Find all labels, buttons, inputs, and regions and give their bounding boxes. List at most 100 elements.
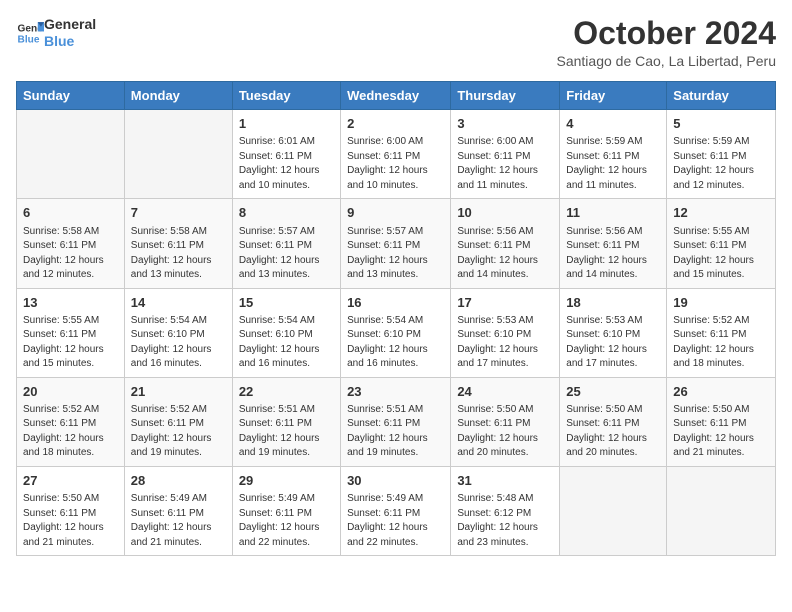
day-info: Sunrise: 5:57 AM Sunset: 6:11 PM Dayligh…: [347, 225, 444, 283]
day-number: 26: [673, 383, 769, 401]
day-info: Sunrise: 5:54 AM Sunset: 6:10 PM Dayligh…: [347, 314, 444, 372]
day-info: Sunrise: 5:55 AM Sunset: 6:11 PM Dayligh…: [673, 225, 769, 283]
day-info: Sunrise: 5:51 AM Sunset: 6:11 PM Dayligh…: [347, 403, 444, 461]
day-info: Sunrise: 5:49 AM Sunset: 6:11 PM Dayligh…: [347, 492, 444, 550]
calendar-body: 1Sunrise: 6:01 AM Sunset: 6:11 PM Daylig…: [17, 110, 776, 556]
calendar-cell: 25 Sunrise: 5:50 AM Sunset: 6:11 PM Dayli…: [560, 377, 667, 466]
day-number: 6: [23, 204, 118, 222]
calendar-cell: 16Sunrise: 5:54 AM Sunset: 6:10 PM Dayli…: [341, 288, 451, 377]
calendar-cell: 19Sunrise: 5:52 AM Sunset: 6:11 PM Dayli…: [667, 288, 776, 377]
calendar-week-row: 6 Sunrise: 5:58 AM Sunset: 6:11 PM Daylig…: [17, 199, 776, 288]
calendar-cell: 31 Sunrise: 5:48 AM Sunset: 6:12 PM Dayli…: [451, 466, 560, 555]
day-info: Sunrise: 5:54 AM Sunset: 6:10 PM Dayligh…: [131, 314, 226, 372]
day-info: Sunrise: 5:58 AM Sunset: 6:11 PM Dayligh…: [23, 225, 118, 283]
day-info: Sunrise: 5:51 AM Sunset: 6:11 PM Dayligh…: [239, 403, 334, 461]
weekday-header-thursday: Thursday: [451, 82, 560, 110]
day-number: 20: [23, 383, 118, 401]
calendar-cell: 21 Sunrise: 5:52 AM Sunset: 6:11 PM Dayli…: [124, 377, 232, 466]
weekday-header-sunday: Sunday: [17, 82, 125, 110]
calendar-cell: 17 Sunrise: 5:53 AM Sunset: 6:10 PM Dayli…: [451, 288, 560, 377]
calendar-header: SundayMondayTuesdayWednesdayThursdayFrid…: [17, 82, 776, 110]
day-number: 31: [457, 472, 553, 490]
day-number: 29: [239, 472, 334, 490]
day-number: 27: [23, 472, 118, 490]
day-info: Sunrise: 5:48 AM Sunset: 6:12 PM Dayligh…: [457, 492, 553, 550]
calendar-cell: 5Sunrise: 5:59 AM Sunset: 6:11 PM Daylig…: [667, 110, 776, 199]
logo: General Blue General Blue: [16, 16, 96, 50]
day-number: 4: [566, 115, 660, 133]
day-info: Sunrise: 5:50 AM Sunset: 6:11 PM Dayligh…: [673, 403, 769, 461]
day-info: Sunrise: 5:54 AM Sunset: 6:10 PM Dayligh…: [239, 314, 334, 372]
day-info: Sunrise: 5:58 AM Sunset: 6:11 PM Dayligh…: [131, 225, 226, 283]
calendar-week-row: 1Sunrise: 6:01 AM Sunset: 6:11 PM Daylig…: [17, 110, 776, 199]
calendar-cell: 9 Sunrise: 5:57 AM Sunset: 6:11 PM Daylig…: [341, 199, 451, 288]
calendar-table: SundayMondayTuesdayWednesdayThursdayFrid…: [16, 81, 776, 556]
calendar-cell: 23 Sunrise: 5:51 AM Sunset: 6:11 PM Dayli…: [341, 377, 451, 466]
calendar-cell: 13Sunrise: 5:55 AM Sunset: 6:11 PM Dayli…: [17, 288, 125, 377]
calendar-cell: [17, 110, 125, 199]
day-number: 19: [673, 294, 769, 312]
calendar-week-row: 13Sunrise: 5:55 AM Sunset: 6:11 PM Dayli…: [17, 288, 776, 377]
weekday-header-monday: Monday: [124, 82, 232, 110]
calendar-cell: 6 Sunrise: 5:58 AM Sunset: 6:11 PM Daylig…: [17, 199, 125, 288]
day-info: Sunrise: 5:56 AM Sunset: 6:11 PM Dayligh…: [566, 225, 660, 283]
month-title: October 2024: [557, 16, 777, 51]
calendar-cell: 20 Sunrise: 5:52 AM Sunset: 6:11 PM Dayli…: [17, 377, 125, 466]
location-subtitle: Santiago de Cao, La Libertad, Peru: [557, 53, 777, 69]
calendar-cell: 11Sunrise: 5:56 AM Sunset: 6:11 PM Dayli…: [560, 199, 667, 288]
day-info: Sunrise: 5:57 AM Sunset: 6:11 PM Dayligh…: [239, 225, 334, 283]
calendar-cell: 22Sunrise: 5:51 AM Sunset: 6:11 PM Dayli…: [232, 377, 340, 466]
title-block: October 2024 Santiago de Cao, La Liberta…: [557, 16, 777, 69]
calendar-cell: 1Sunrise: 6:01 AM Sunset: 6:11 PM Daylig…: [232, 110, 340, 199]
day-info: Sunrise: 5:52 AM Sunset: 6:11 PM Dayligh…: [23, 403, 118, 461]
calendar-cell: 12 Sunrise: 5:55 AM Sunset: 6:11 PM Dayli…: [667, 199, 776, 288]
day-info: Sunrise: 5:50 AM Sunset: 6:11 PM Dayligh…: [23, 492, 118, 550]
day-info: Sunrise: 5:50 AM Sunset: 6:11 PM Dayligh…: [457, 403, 553, 461]
calendar-cell: 15Sunrise: 5:54 AM Sunset: 6:10 PM Dayli…: [232, 288, 340, 377]
svg-text:Blue: Blue: [18, 34, 40, 45]
day-info: Sunrise: 6:00 AM Sunset: 6:11 PM Dayligh…: [457, 135, 553, 193]
day-info: Sunrise: 5:49 AM Sunset: 6:11 PM Dayligh…: [131, 492, 226, 550]
weekday-header-friday: Friday: [560, 82, 667, 110]
day-number: 5: [673, 115, 769, 133]
day-number: 25: [566, 383, 660, 401]
day-info: Sunrise: 5:59 AM Sunset: 6:11 PM Dayligh…: [566, 135, 660, 193]
day-number: 10: [457, 204, 553, 222]
day-info: Sunrise: 5:56 AM Sunset: 6:11 PM Dayligh…: [457, 225, 553, 283]
calendar-cell: 29Sunrise: 5:49 AM Sunset: 6:11 PM Dayli…: [232, 466, 340, 555]
weekday-header-tuesday: Tuesday: [232, 82, 340, 110]
calendar-cell: 26 Sunrise: 5:50 AM Sunset: 6:11 PM Dayli…: [667, 377, 776, 466]
day-number: 14: [131, 294, 226, 312]
day-number: 12: [673, 204, 769, 222]
logo-line2: Blue: [44, 33, 96, 50]
weekday-header-wednesday: Wednesday: [341, 82, 451, 110]
day-number: 2: [347, 115, 444, 133]
day-number: 18: [566, 294, 660, 312]
logo-line1: General: [44, 16, 96, 33]
day-number: 9: [347, 204, 444, 222]
calendar-week-row: 20 Sunrise: 5:52 AM Sunset: 6:11 PM Dayli…: [17, 377, 776, 466]
day-number: 8: [239, 204, 334, 222]
calendar-cell: 30Sunrise: 5:49 AM Sunset: 6:11 PM Dayli…: [341, 466, 451, 555]
day-info: Sunrise: 6:01 AM Sunset: 6:11 PM Dayligh…: [239, 135, 334, 193]
day-number: 3: [457, 115, 553, 133]
day-info: Sunrise: 5:55 AM Sunset: 6:11 PM Dayligh…: [23, 314, 118, 372]
day-number: 21: [131, 383, 226, 401]
calendar-cell: 18Sunrise: 5:53 AM Sunset: 6:10 PM Dayli…: [560, 288, 667, 377]
day-info: Sunrise: 5:52 AM Sunset: 6:11 PM Dayligh…: [131, 403, 226, 461]
calendar-cell: 7 Sunrise: 5:58 AM Sunset: 6:11 PM Daylig…: [124, 199, 232, 288]
day-info: Sunrise: 5:53 AM Sunset: 6:10 PM Dayligh…: [457, 314, 553, 372]
day-number: 24: [457, 383, 553, 401]
day-number: 7: [131, 204, 226, 222]
day-number: 17: [457, 294, 553, 312]
day-number: 23: [347, 383, 444, 401]
weekday-header-row: SundayMondayTuesdayWednesdayThursdayFrid…: [17, 82, 776, 110]
calendar-cell: [124, 110, 232, 199]
day-info: Sunrise: 5:50 AM Sunset: 6:11 PM Dayligh…: [566, 403, 660, 461]
calendar-cell: [560, 466, 667, 555]
calendar-cell: 24 Sunrise: 5:50 AM Sunset: 6:11 PM Dayli…: [451, 377, 560, 466]
day-number: 28: [131, 472, 226, 490]
calendar-cell: [667, 466, 776, 555]
weekday-header-saturday: Saturday: [667, 82, 776, 110]
calendar-cell: 2Sunrise: 6:00 AM Sunset: 6:11 PM Daylig…: [341, 110, 451, 199]
